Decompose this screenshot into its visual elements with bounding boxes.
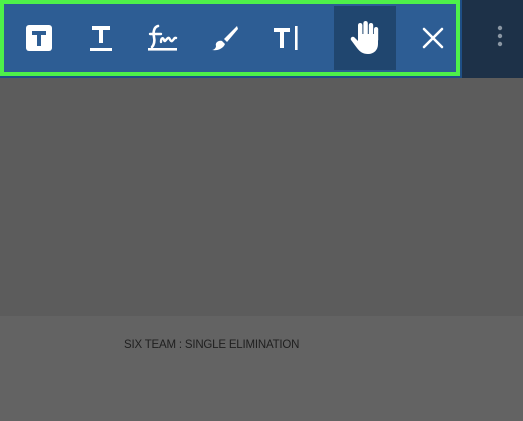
text-cursor-icon: [274, 26, 298, 50]
underline-text-icon: [90, 26, 112, 51]
text-box-icon: [26, 25, 52, 51]
signature-icon: [148, 24, 178, 51]
document-canvas[interactable]: [0, 78, 523, 316]
brush-button[interactable]: [194, 6, 256, 70]
text-cursor-button[interactable]: [256, 6, 318, 70]
signature-button[interactable]: [132, 6, 194, 70]
annotation-toolbar: [0, 0, 460, 76]
close-icon: [422, 27, 444, 49]
text-box-button[interactable]: [8, 6, 70, 70]
document-page[interactable]: [0, 316, 523, 421]
more-vertical-icon[interactable]: [491, 24, 509, 48]
brush-icon: [212, 26, 238, 51]
underline-text-button[interactable]: [70, 6, 132, 70]
hand-icon: [350, 21, 379, 54]
hand-tool-button[interactable]: [334, 6, 396, 70]
close-toolbar-button[interactable]: [402, 6, 464, 70]
document-title: SIX TEAM : SINGLE ELIMINATION: [124, 339, 300, 351]
